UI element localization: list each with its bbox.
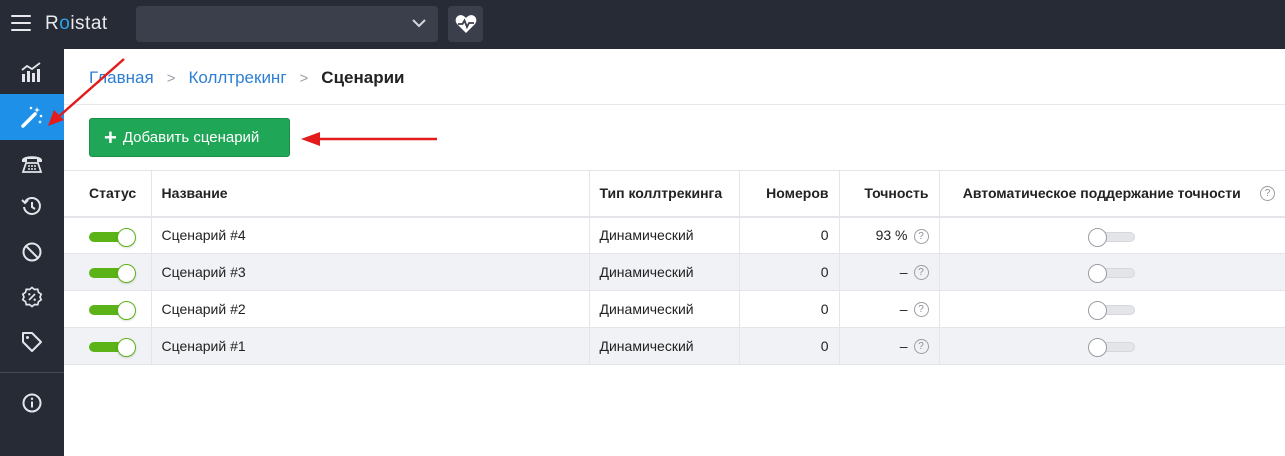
auto-accuracy-cell [938, 253, 1285, 291]
header-type[interactable]: Тип коллтрекинга [588, 170, 739, 218]
scenario-name[interactable]: Сценарий #3 [150, 253, 589, 291]
status-cell [64, 253, 151, 291]
scenario-accuracy: – [899, 263, 908, 280]
auto-accuracy-toggle[interactable] [1088, 227, 1136, 247]
accuracy-cell: –? [838, 327, 939, 365]
table-header-row: Статус Название Тип коллтрекинга Номеров… [64, 170, 1285, 218]
logo: Roistat [45, 13, 108, 34]
header-numbers[interactable]: Номеров [738, 170, 839, 218]
status-cell [64, 327, 151, 365]
table-row: Сценарий #2 Динамический 0 –? [64, 290, 1285, 328]
auto-accuracy-toggle[interactable] [1088, 264, 1136, 284]
auto-accuracy-toggle[interactable] [1088, 338, 1136, 358]
page-title: Сценарии [321, 68, 405, 87]
annotation-arrow-sidebar [48, 58, 125, 126]
accuracy-cell: –? [838, 253, 939, 291]
breadcrumb-separator-icon: > [299, 69, 309, 87]
annotation-arrow-add-button [301, 132, 437, 146]
status-toggle[interactable] [89, 264, 136, 284]
block-icon [22, 242, 42, 262]
table-row: Сценарий #4 Динамический 0 93 %? [64, 216, 1285, 254]
scenario-accuracy: – [899, 300, 908, 317]
scenario-numbers: 0 [738, 253, 839, 291]
accuracy-cell: 93 %? [838, 216, 939, 254]
help-icon[interactable]: ? [913, 302, 929, 318]
status-cell [64, 216, 151, 254]
table-row: Сценарий #1 Динамический 0 –? [64, 327, 1285, 365]
chevron-down-icon [412, 19, 426, 28]
help-icon[interactable]: ? [913, 339, 929, 355]
help-icon[interactable]: ? [913, 265, 929, 281]
help-icon[interactable]: ? [913, 228, 929, 244]
header-divider [64, 104, 1285, 105]
sidebar-item-calltracking[interactable] [0, 140, 64, 186]
scenario-numbers: 0 [738, 216, 839, 254]
history-icon [21, 197, 41, 215]
scenario-name[interactable]: Сценарий #4 [150, 216, 589, 254]
breadcrumb-separator-icon: > [166, 69, 176, 87]
auto-accuracy-cell [938, 216, 1285, 254]
scenario-type: Динамический [588, 253, 739, 291]
heart-pulse-icon [455, 15, 476, 33]
top-bar: Roistat [0, 0, 1285, 49]
tag-icon [22, 332, 42, 352]
accuracy-cell: –? [838, 290, 939, 328]
scenario-numbers: 0 [738, 327, 839, 365]
health-check-button[interactable] [448, 6, 483, 42]
table-row: Сценарий #3 Динамический 0 –? [64, 253, 1285, 291]
breadcrumb-calltracking[interactable]: Коллтрекинг [188, 68, 286, 88]
scenario-name[interactable]: Сценарий #2 [150, 290, 589, 328]
auto-accuracy-cell [938, 327, 1285, 365]
scenarios-table: Статус Название Тип коллтрекинга Номеров… [64, 170, 1285, 365]
scenario-name[interactable]: Сценарий #1 [150, 327, 589, 365]
sidebar-divider [0, 372, 64, 373]
auto-accuracy-cell [938, 290, 1285, 328]
sidebar-item-discounts[interactable] [0, 274, 64, 320]
status-cell [64, 290, 151, 328]
status-toggle[interactable] [89, 338, 136, 358]
sidebar-item-tags[interactable] [0, 319, 64, 365]
hamburger-menu-icon[interactable] [11, 14, 31, 32]
status-toggle[interactable] [89, 227, 136, 247]
project-select[interactable] [136, 6, 438, 42]
add-scenario-label: Добавить сценарий [122, 129, 260, 146]
breadcrumb: Главная > Коллтрекинг > Сценарии [89, 68, 405, 88]
header-status[interactable]: Статус [64, 170, 151, 218]
header-accuracy[interactable]: Точность [838, 170, 939, 218]
header-name[interactable]: Название [150, 170, 589, 218]
sidebar-item-info[interactable] [0, 380, 64, 426]
scenario-type: Динамический [588, 216, 739, 254]
scenario-type: Динамический [588, 290, 739, 328]
scenario-type: Динамический [588, 327, 739, 365]
help-icon[interactable]: ? [1260, 185, 1275, 201]
scenario-accuracy: 93 % [875, 226, 908, 243]
header-auto-accuracy: Автоматическое поддержание точности ? [938, 170, 1285, 218]
sidebar-item-blacklist[interactable] [0, 229, 64, 275]
sidebar-item-history[interactable] [0, 184, 64, 230]
percent-badge-icon [21, 286, 43, 308]
auto-accuracy-toggle[interactable] [1088, 301, 1136, 321]
status-toggle[interactable] [89, 301, 136, 321]
scenario-accuracy: – [899, 337, 908, 354]
header-auto-accuracy-label: Автоматическое поддержание точности [962, 185, 1241, 202]
info-icon [22, 393, 42, 413]
scenario-numbers: 0 [738, 290, 839, 328]
phone-icon [21, 156, 43, 173]
